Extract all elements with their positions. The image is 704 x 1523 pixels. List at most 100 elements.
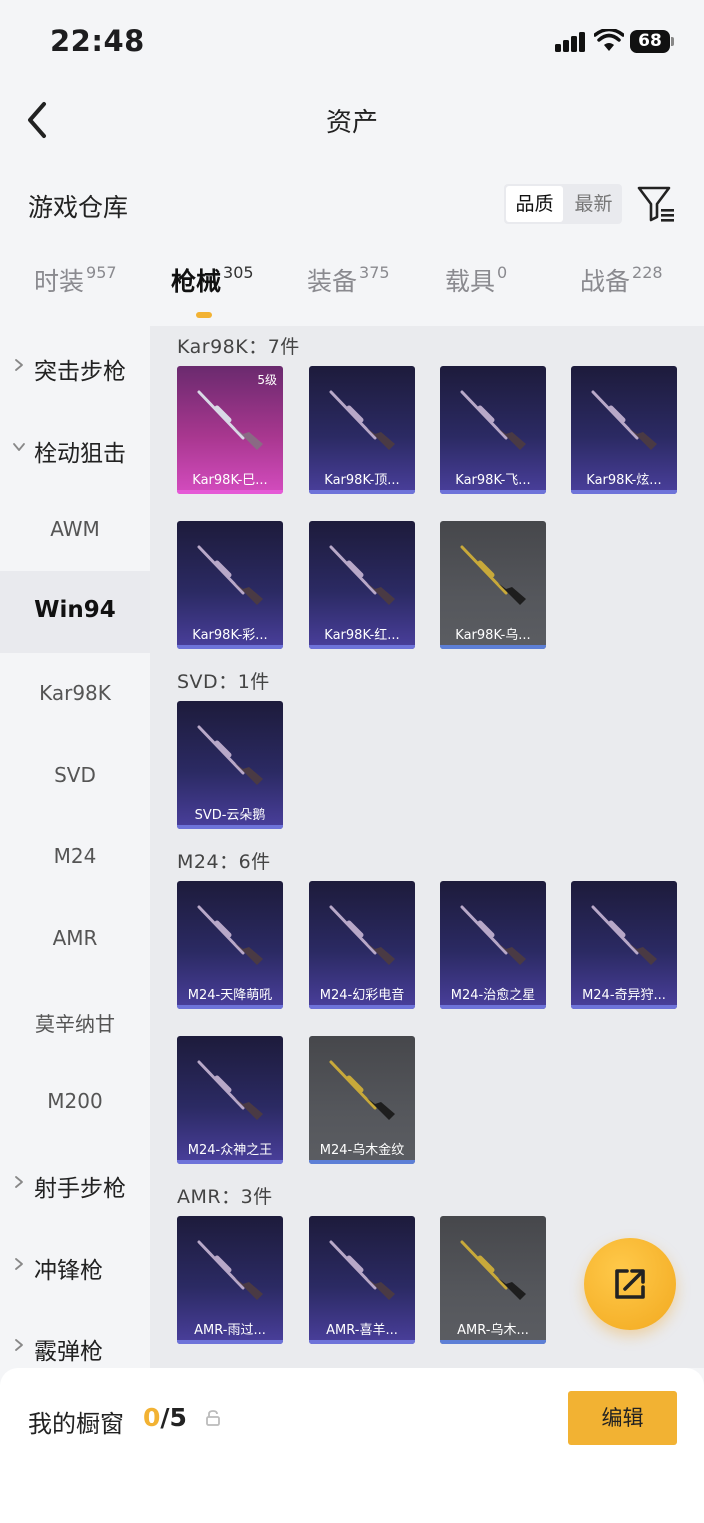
share-button[interactable] (584, 1238, 676, 1330)
sidebar-item-label: AMR (52, 925, 98, 950)
category-tabs: 时装 957 枪械 305 装备 375 载具 0 战备 228 (0, 262, 704, 322)
weapon-name: Kar98K-顶... (324, 473, 400, 488)
rifle-icon (329, 545, 395, 605)
rifle-icon (197, 1060, 263, 1120)
sidebar-item-label: 莫辛纳甘 (35, 1011, 115, 1036)
rifle-icon (329, 1240, 395, 1300)
rifle-icon (197, 725, 263, 785)
sidebar-subitem[interactable]: SVD (0, 735, 150, 817)
weapon-card[interactable]: Kar98K-炫... (571, 366, 677, 494)
tab-vehicles[interactable]: 载具 0 (445, 262, 507, 318)
rifle-icon (329, 905, 395, 965)
section-header: 游戏仓库 品质 最新 (0, 170, 704, 240)
sidebar-item-label: AWM (50, 517, 100, 542)
tab-indicator (196, 312, 212, 318)
wifi-icon (594, 29, 624, 51)
rifle-icon (197, 545, 263, 605)
weapon-card[interactable]: AMR-雨过... (177, 1216, 283, 1344)
weapon-card[interactable]: Kar98K-红... (309, 521, 415, 649)
tab-outfits[interactable]: 时装 957 (34, 262, 117, 318)
showcase-count: 0/5 (143, 1403, 187, 1432)
weapon-name: Kar98K-巳... (192, 473, 268, 488)
sidebar-category[interactable]: 突击步枪 (0, 326, 150, 408)
sidebar-subitem[interactable]: Kar98K (0, 653, 150, 735)
sidebar-item-label: SVD (54, 762, 96, 787)
battery-icon: 68 (630, 30, 670, 53)
weapon-card[interactable]: AMR-喜羊... (309, 1216, 415, 1344)
weapon-card[interactable]: AMR-乌木... (440, 1216, 546, 1344)
weapon-name: M24-众神之王 (187, 1143, 273, 1158)
sidebar-category[interactable]: 射手步枪 (0, 1143, 150, 1225)
tab-equipment[interactable]: 装备 375 (307, 262, 390, 318)
rarity-bar (177, 1005, 283, 1009)
weapon-card[interactable]: M24-天降萌吼 (177, 881, 283, 1009)
weapon-name: AMR-乌木... (457, 1323, 529, 1338)
chevron-right-icon (15, 1339, 23, 1352)
rifle-icon (460, 390, 526, 450)
weapon-card[interactable]: SVD-云朵鹅 (177, 701, 283, 829)
rifle-icon (197, 1240, 263, 1300)
nav-bar: 资产 (0, 84, 704, 156)
sidebar-category[interactable]: 冲锋枪 (0, 1225, 150, 1307)
rifle-icon (197, 905, 263, 965)
sidebar-item-label: M24 (53, 844, 97, 869)
weapon-name: M24-治愈之星 (450, 988, 536, 1003)
rifle-icon (329, 1060, 395, 1120)
sidebar-item-label: 突击步枪 (34, 359, 126, 385)
sort-quality-button[interactable]: 品质 (506, 186, 563, 222)
showcase-count-current: 0 (143, 1403, 161, 1432)
cellular-signal-icon (555, 32, 587, 52)
weapon-card[interactable]: M24-众神之王 (177, 1036, 283, 1164)
item-grid: Kar98K：7件 5级 Kar98K-巳... Kar98K-顶... Kar98K-… (150, 326, 704, 1368)
weapon-card[interactable]: M24-治愈之星 (440, 881, 546, 1009)
sidebar-item-label: 霰弹枪 (34, 1339, 103, 1366)
tab-count: 305 (223, 263, 254, 282)
rifle-icon (591, 905, 657, 965)
sidebar-subitem[interactable]: Win94 (0, 571, 150, 654)
sidebar-category[interactable]: 栓动狙击 (0, 408, 150, 490)
sidebar-item-label: 栓动狙击 (34, 440, 126, 467)
tab-label: 枪械 (171, 267, 222, 296)
weapon-card[interactable]: Kar98K-顶... (309, 366, 415, 494)
weapon-card[interactable]: Kar98K-飞... (440, 366, 546, 494)
tab-count: 228 (632, 263, 663, 282)
tab-label: 战备 (580, 267, 631, 296)
rifle-icon (197, 390, 263, 450)
weapon-card[interactable]: M24-幻彩电音 (309, 881, 415, 1009)
tab-supplies[interactable]: 战备 228 (580, 262, 663, 318)
weapon-card[interactable]: Kar98K-彩... (177, 521, 283, 649)
group-title: M24：6件 (177, 851, 271, 873)
group-title: SVD：1件 (177, 671, 270, 693)
weapon-card[interactable]: Kar98K-乌... (440, 521, 546, 649)
rarity-bar (440, 645, 546, 649)
sidebar-subitem[interactable]: AWM (0, 489, 150, 571)
sidebar-subitem[interactable]: AMR (0, 898, 150, 980)
sidebar-subitem[interactable]: M200 (0, 1061, 150, 1143)
weapon-name: M24-乌木金纹 (319, 1143, 405, 1158)
sort-newest-button[interactable]: 最新 (565, 184, 622, 224)
sort-toggle: 品质 最新 (504, 184, 622, 224)
weapon-card[interactable]: 5级 Kar98K-巳... (177, 366, 283, 494)
level-badge: 5级 (257, 373, 277, 387)
weapon-card[interactable]: M24-乌木金纹 (309, 1036, 415, 1164)
showcase-panel: 我的橱窗 0/5 编辑 (0, 1368, 704, 1523)
weapon-name: M24-奇异狩... (582, 988, 666, 1003)
rarity-bar (177, 490, 283, 494)
weapon-name: Kar98K-彩... (192, 628, 268, 643)
sidebar-category[interactable]: 霰弹枪 (0, 1306, 150, 1368)
rarity-bar (309, 1160, 415, 1164)
weapon-name: SVD-云朵鹅 (194, 808, 266, 823)
sidebar-subitem[interactable]: M24 (0, 816, 150, 898)
rarity-bar (177, 645, 283, 649)
rarity-bar (177, 1160, 283, 1164)
edit-button[interactable]: 编辑 (568, 1391, 677, 1445)
sidebar-item-label: Kar98K (39, 680, 111, 705)
lock-icon (206, 1410, 220, 1426)
sidebar-item-label: M200 (47, 1089, 103, 1114)
weapon-card[interactable]: M24-奇异狩... (571, 881, 677, 1009)
sidebar-subitem[interactable]: 莫辛纳甘 (0, 980, 150, 1062)
sidebar: 突击步枪栓动狙击 AWM Win94 Kar98K SVD M24 AMR 莫辛纳甘 M200 射… (0, 326, 150, 1368)
tab-guns[interactable]: 枪械 305 (171, 262, 254, 318)
chevron-right-icon (15, 1176, 23, 1188)
filter-icon[interactable] (636, 184, 676, 224)
